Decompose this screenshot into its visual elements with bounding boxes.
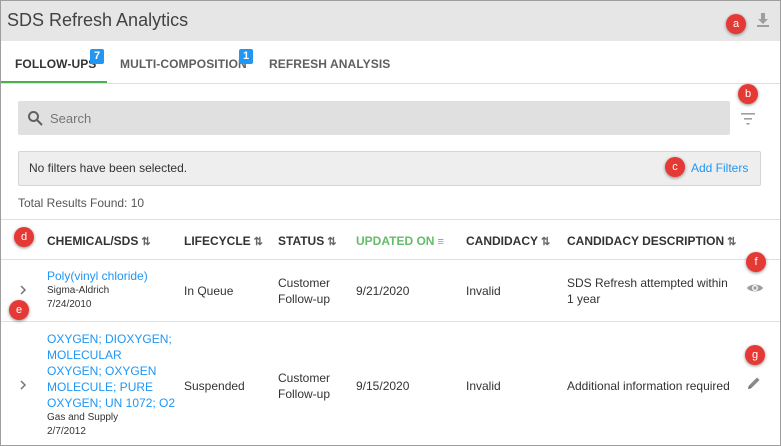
eye-icon[interactable] — [746, 282, 764, 294]
column-header-updated-on[interactable]: UPDATED ON ≡ — [356, 234, 444, 248]
candidacy-cell: Invalid — [466, 379, 501, 393]
follow-ups-count-badge: 7 — [90, 49, 105, 64]
header-divider — [1, 259, 780, 260]
column-header-status[interactable]: STATUS ⇅ — [278, 234, 336, 248]
chemical-name-link[interactable]: OXYGEN; DIOXYGEN; MOLECULAR OXYGEN; OXYG… — [47, 331, 175, 411]
no-filters-text: No filters have been selected. — [29, 161, 188, 175]
add-filters-link[interactable]: Add Filters — [691, 161, 748, 175]
multi-composition-count-badge: 1 — [239, 49, 254, 64]
updated-on-cell: 9/15/2020 — [356, 379, 410, 393]
sort-icon: ⇅ — [541, 236, 551, 248]
active-tab-indicator — [1, 81, 107, 83]
tab-multi-composition[interactable]: MULTI-COMPOSITION — [120, 57, 247, 71]
annotation-marker-a: a — [726, 14, 746, 34]
search-icon — [28, 111, 43, 126]
annotation-marker-d: d — [14, 227, 34, 247]
annotation-marker-c: c — [665, 157, 685, 177]
sds-date: 7/24/2010 — [47, 299, 92, 310]
sort-icon: ⇅ — [327, 236, 337, 248]
sort-descending-icon: ≡ — [437, 236, 444, 248]
supplier-name: Sigma-Aldrich — [47, 285, 110, 296]
filter-summary-bar: No filters have been selected. Add Filte… — [18, 151, 761, 186]
lifecycle-cell: In Queue — [184, 284, 234, 298]
column-header-candidacy-description[interactable]: CANDIDACY DESCRIPTION ⇅ — [567, 234, 736, 248]
sort-icon: ⇅ — [253, 236, 263, 248]
supplier-name: Gas and Supply — [47, 412, 119, 423]
total-results: Total Results Found: 10 — [18, 196, 145, 210]
candidacy-description-cell: Additional information required — [567, 379, 730, 393]
chevron-right-icon[interactable] — [18, 285, 28, 295]
sort-icon: ⇅ — [727, 236, 737, 248]
candidacy-cell: Invalid — [466, 284, 501, 298]
sort-icon: ⇅ — [141, 236, 151, 248]
app-window: SDS Refresh Analytics FOLLOW-UPS 7 MULTI… — [0, 0, 781, 446]
chemical-name-link[interactable]: Poly(vinyl chloride) — [47, 268, 148, 284]
column-header-lifecycle[interactable]: LIFECYCLE ⇅ — [184, 234, 263, 248]
status-cell: Customer Follow-up — [278, 276, 331, 306]
filter-list-icon[interactable] — [740, 112, 756, 126]
sds-date: 2/7/2012 — [47, 426, 86, 437]
annotation-marker-e: e — [9, 300, 29, 320]
status-cell: Customer Follow-up — [278, 371, 331, 401]
annotation-marker-b: b — [738, 84, 758, 104]
updated-on-cell: 9/21/2020 — [356, 284, 410, 298]
lifecycle-cell: Suspended — [184, 379, 245, 393]
edit-icon[interactable] — [747, 376, 761, 390]
chemical-sds-cell: Poly(vinyl chloride) Sigma-Aldrich 7/24/… — [47, 268, 148, 312]
search-bar — [18, 101, 730, 135]
tab-follow-ups[interactable]: FOLLOW-UPS — [15, 57, 96, 71]
download-icon[interactable] — [755, 12, 771, 28]
row-divider — [1, 321, 780, 322]
title-bar: SDS Refresh Analytics — [1, 1, 780, 41]
annotation-marker-f: f — [746, 252, 766, 272]
column-header-chemical-sds[interactable]: CHEMICAL/SDS ⇅ — [47, 234, 151, 248]
chemical-sds-cell: OXYGEN; DIOXYGEN; MOLECULAR OXYGEN; OXYG… — [47, 331, 175, 439]
annotation-marker-g: g — [745, 345, 765, 365]
page-title: SDS Refresh Analytics — [7, 10, 189, 30]
column-header-candidacy[interactable]: CANDIDACY ⇅ — [466, 234, 550, 248]
search-input[interactable] — [50, 101, 710, 135]
candidacy-description-cell: SDS Refresh attempted within 1 year — [567, 276, 728, 306]
tab-refresh-analysis[interactable]: REFRESH ANALYSIS — [269, 57, 390, 71]
tab-bar: FOLLOW-UPS 7 MULTI-COMPOSITION 1 REFRESH… — [1, 41, 780, 84]
table-top-divider — [1, 219, 780, 220]
chevron-right-icon[interactable] — [18, 380, 28, 390]
